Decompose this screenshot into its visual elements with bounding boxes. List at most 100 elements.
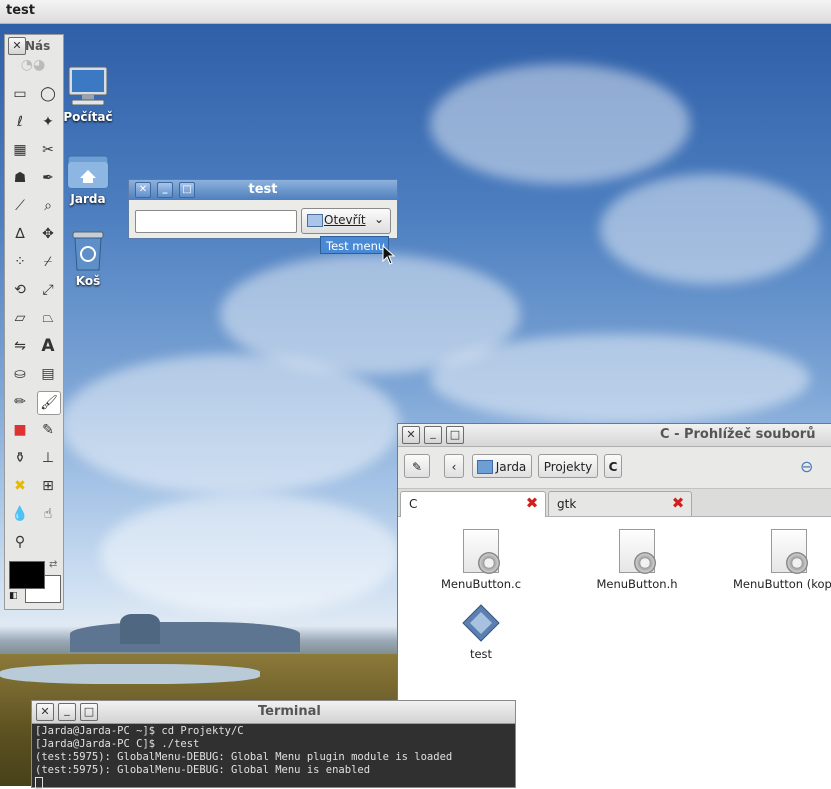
close-button[interactable]: ✕ [8, 37, 26, 55]
close-button[interactable]: ✕ [402, 426, 420, 444]
zoom-out-icon[interactable]: ⊖ [800, 457, 813, 476]
file-name: MenuButton.c [440, 577, 522, 591]
paths-icon[interactable]: ✒ [37, 167, 59, 189]
tab-gtk[interactable]: gtk ✖ [548, 491, 692, 516]
smudge-icon[interactable]: ☝ [37, 503, 59, 525]
color-select-icon[interactable]: ▦ [9, 139, 31, 161]
executable-file-icon [461, 603, 501, 643]
path-button-label: Jarda [495, 460, 527, 474]
terminal-line: (test:5975): GlobalMenu-DEBUG: Global Me… [35, 751, 453, 763]
foreground-color-swatch-top [9, 561, 45, 589]
eraser-icon[interactable]: ■ [9, 419, 31, 441]
measure-icon[interactable]: ∆ [9, 223, 31, 245]
window-titlebar[interactable]: ✕ _ □ test [129, 180, 397, 200]
flip-icon[interactable]: ⇋ [9, 335, 31, 357]
perspective-clone-icon[interactable]: ⊞ [37, 475, 59, 497]
move-icon[interactable]: ✥ [37, 223, 59, 245]
desktop-icon-label: Jarda [70, 192, 106, 206]
desktop-icon-computer[interactable]: Počítač [56, 64, 120, 124]
perspective-icon[interactable]: ⏢ [37, 307, 59, 329]
window-title: C - Prohlížeč souborů [660, 427, 816, 442]
terminal-output[interactable]: [Jarda@Jarda-PC ~]$ cd Projekty/C [Jarda… [32, 724, 515, 789]
paintbrush-icon[interactable]: 🖌 [37, 391, 61, 415]
maximize-button[interactable]: □ [446, 426, 464, 444]
toolbox-title: Nás [25, 39, 51, 53]
ellipse-select-icon[interactable]: ◯ [37, 83, 59, 105]
close-tab-icon[interactable]: ✖ [525, 496, 539, 511]
file-item[interactable]: test [426, 603, 536, 661]
default-colors-icon[interactable]: ◧ [9, 591, 18, 601]
scissors-icon[interactable]: ✂ [37, 139, 59, 161]
terminal-cursor [35, 777, 43, 789]
clone-icon[interactable]: ⊥ [37, 447, 59, 469]
bucket-fill-icon[interactable]: ⛀ [9, 363, 31, 385]
home-folder-icon [66, 152, 110, 190]
fuzzy-select-icon[interactable]: ✦ [37, 111, 59, 133]
mouse-cursor-icon [382, 244, 396, 268]
color-picker-icon[interactable]: ⟋ [9, 195, 31, 217]
blur-icon[interactable]: 💧 [9, 503, 31, 525]
shear-icon[interactable]: ▱ [9, 307, 31, 329]
c-source-file-icon [463, 529, 500, 574]
chevron-down-icon: ⌄ [373, 212, 384, 226]
text-input[interactable] [135, 210, 297, 233]
maximize-button[interactable]: □ [179, 182, 195, 198]
crop-icon[interactable]: ⌿ [37, 251, 59, 273]
app-menubar: test [0, 0, 831, 24]
minimize-button[interactable]: _ [157, 182, 173, 198]
zoom-icon[interactable]: ⌕ [37, 195, 59, 217]
path-button-projekty[interactable]: Projekty [538, 454, 598, 478]
gimp-toolbox: ✕ Nás ◔◕ ▭ ◯ ℓ ✦ ▦ ✂ ☗ ✒ ⟋ ⌕ ∆ ✥ ⁘ ⌿ ⟲ ⤢… [4, 34, 64, 610]
terminal-line: [Jarda@Jarda-PC C]$ ./test [35, 738, 200, 750]
c-source-file-icon [771, 529, 808, 574]
tab-bar: C ✖ gtk ✖ [398, 489, 831, 517]
file-name: MenuButton (kopi [733, 577, 831, 591]
text-tool-icon[interactable]: A [37, 335, 59, 357]
tab-c[interactable]: C ✖ [400, 491, 546, 517]
file-item[interactable]: MenuButton.c [426, 529, 536, 591]
rect-select-icon[interactable]: ▭ [9, 83, 31, 105]
close-button[interactable]: ✕ [135, 182, 151, 198]
open-menu-button[interactable]: Otevřít ⌄ [301, 208, 391, 234]
wilber-logo: ◔◕ [20, 57, 46, 73]
desktop-icon-trash[interactable]: Koš [56, 230, 120, 288]
foreground-select-icon[interactable]: ☗ [9, 167, 31, 189]
file-item[interactable]: MenuButton.h [582, 529, 692, 591]
pencil-icon[interactable]: ✏ [9, 391, 31, 413]
close-tab-icon[interactable]: ✖ [671, 496, 685, 511]
file-name: test [469, 647, 493, 661]
tab-label: C [409, 497, 418, 511]
minimize-button[interactable]: _ [58, 703, 76, 721]
trash-icon [68, 230, 108, 272]
window-titlebar[interactable]: ✕ _ □ Terminal [32, 701, 515, 724]
gradient-icon[interactable]: ▤ [37, 363, 59, 385]
close-button[interactable]: ✕ [36, 703, 54, 721]
minimize-button[interactable]: _ [424, 426, 442, 444]
dodge-burn-icon[interactable]: ⚲ [9, 531, 31, 553]
menu-item-test-menu[interactable]: Test menu [320, 236, 389, 254]
rotate-icon[interactable]: ⟲ [9, 279, 31, 301]
desktop-icon-home[interactable]: Jarda [56, 152, 120, 206]
path-back-button[interactable]: ‹ [444, 454, 464, 478]
scale-icon[interactable]: ⤢ [37, 279, 59, 301]
window-title: Terminal [258, 704, 321, 719]
desktop-icon-label: Počítač [63, 110, 113, 124]
edit-icon: ✎ [411, 460, 423, 474]
edit-location-button[interactable]: ✎ [404, 454, 430, 478]
path-button-jarda[interactable]: Jarda [472, 454, 532, 478]
ink-icon[interactable]: ⚱ [9, 447, 31, 469]
test-window: ✕ _ □ test Otevřít ⌄ [128, 179, 398, 239]
swap-colors-icon[interactable]: ⇄ [49, 559, 57, 570]
heal-icon[interactable]: ✖ [9, 475, 31, 497]
lasso-icon[interactable]: ℓ [9, 111, 31, 133]
tab-label: gtk [557, 497, 577, 511]
airbrush-icon[interactable]: ✎ [37, 419, 59, 441]
align-icon[interactable]: ⁘ [9, 251, 31, 273]
window-titlebar[interactable]: ✕ _ □ C - Prohlížeč souborů [398, 424, 831, 447]
file-browser-toolbar: ✎ ‹ Jarda Projekty C ⊖ [398, 447, 831, 489]
chevron-left-icon: ‹ [451, 460, 457, 474]
maximize-button[interactable]: □ [80, 703, 98, 721]
terminal-window: ✕ _ □ Terminal [Jarda@Jarda-PC ~]$ cd Pr… [31, 700, 516, 789]
file-item[interactable]: MenuButton (kopi [728, 529, 831, 591]
path-button-c[interactable]: C [604, 454, 622, 478]
